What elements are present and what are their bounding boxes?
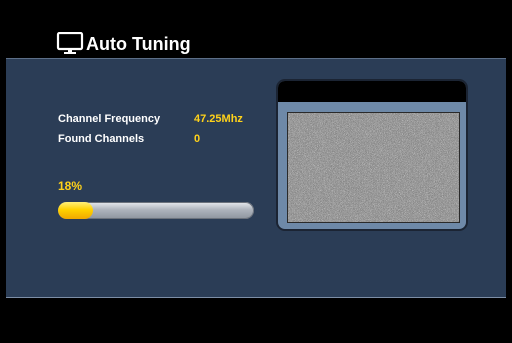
found-channels-value: 0 — [194, 133, 201, 145]
tv-icon — [56, 31, 86, 56]
preview-top-bar — [278, 81, 466, 102]
channel-frequency-value: 47.25Mhz — [194, 113, 243, 125]
progress-percent-text: 18% — [58, 179, 83, 193]
channel-preview — [276, 79, 468, 231]
page-title: Auto Tuning — [86, 34, 191, 54]
bottom-bar — [0, 300, 512, 343]
found-channels-label: Found Channels — [58, 133, 145, 145]
static-noise-screen — [287, 112, 460, 223]
main-panel: Channel Frequency 47.25Mhz Found Channel… — [6, 58, 506, 298]
progress-bar — [58, 202, 254, 219]
channel-frequency-label: Channel Frequency — [58, 113, 161, 125]
progress-fill — [58, 202, 94, 219]
title-bar: Auto Tuning — [0, 0, 512, 58]
